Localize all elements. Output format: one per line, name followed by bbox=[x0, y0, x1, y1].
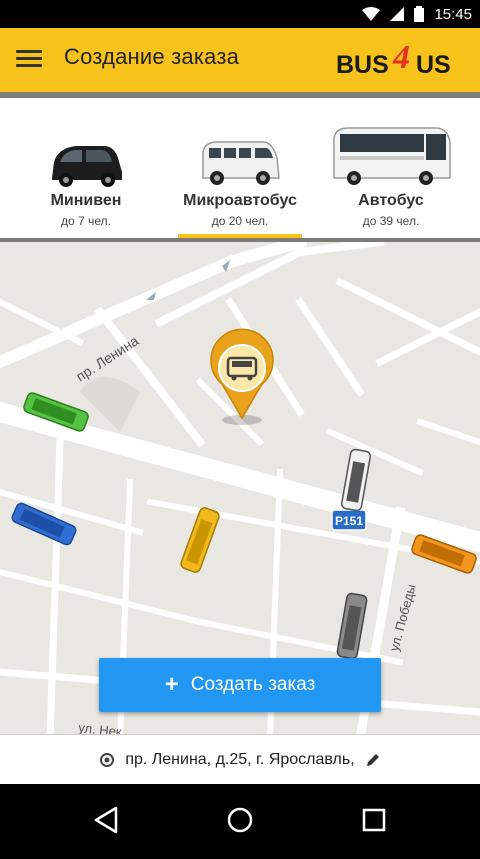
svg-text:Р151: Р151 bbox=[335, 514, 363, 528]
menu-icon[interactable] bbox=[16, 46, 46, 74]
bus4us-logo: BUS 4 US bbox=[336, 39, 468, 82]
bus-icon bbox=[333, 127, 451, 185]
app-bar: Создание заказа BUS 4 US bbox=[0, 28, 480, 92]
battery-icon bbox=[414, 6, 425, 22]
back-icon[interactable] bbox=[94, 806, 118, 834]
address-text: пр. Ленина, д.25, г. Ярославль, bbox=[125, 751, 355, 768]
microbus-icon bbox=[202, 141, 280, 185]
wifi-icon bbox=[362, 7, 381, 21]
street-label-pobedy: ул. Победы bbox=[386, 582, 418, 652]
vehicle-name-minivan: Минивен bbox=[50, 192, 122, 209]
pickup-pin-icon[interactable] bbox=[210, 328, 274, 425]
status-time: 15:45 bbox=[434, 5, 472, 23]
vehicle-tab-microbus[interactable]: Микроавтобус до 20 чел. bbox=[178, 98, 302, 238]
address-bar[interactable]: пр. Ленина, д.25, г. Ярославль, bbox=[0, 734, 480, 785]
recents-icon[interactable] bbox=[362, 808, 386, 832]
status-bar: 15:45 bbox=[0, 0, 480, 28]
home-icon[interactable] bbox=[227, 807, 253, 833]
bus-marker-yellow[interactable] bbox=[180, 507, 221, 574]
vehicle-capacity-minivan: до 7 чел. bbox=[61, 214, 111, 228]
vehicle-tab-bus[interactable]: Автобус до 39 чел. bbox=[330, 98, 452, 238]
minivan-icon bbox=[52, 146, 122, 187]
create-order-button[interactable]: + Создать заказ bbox=[99, 658, 381, 712]
location-icon bbox=[100, 753, 115, 767]
vehicle-capacity-bus: до 39 чел. bbox=[362, 214, 420, 228]
system-nav-bar bbox=[0, 784, 480, 854]
vehicle-name-bus: Автобус bbox=[358, 192, 424, 209]
svg-text:US: US bbox=[416, 51, 451, 79]
svg-text:BUS: BUS bbox=[336, 51, 389, 79]
vehicle-tab-minivan[interactable]: Минивен до 7 чел. bbox=[30, 98, 142, 238]
svg-text:4: 4 bbox=[392, 42, 410, 76]
edit-pencil-icon[interactable] bbox=[365, 752, 381, 768]
map-view[interactable]: пр. Ленина ул. Победы ул. Нек Р151 + Соз… bbox=[0, 238, 480, 734]
street-label-bottom: ул. Нек bbox=[78, 720, 123, 734]
vehicle-selector: Минивен до 7 чел. Микроавтобус до 20 чел… bbox=[0, 92, 480, 238]
road-sign-p151: Р151 bbox=[331, 509, 367, 531]
plus-icon: + bbox=[164, 671, 179, 698]
page-title: Создание заказа bbox=[64, 44, 240, 69]
vehicle-capacity-microbus: до 20 чел. bbox=[211, 214, 269, 228]
vehicle-name-microbus: Микроавтобус bbox=[183, 192, 297, 209]
bus-marker-gray[interactable] bbox=[336, 592, 368, 660]
create-order-label: Создать заказ bbox=[190, 674, 316, 695]
signal-icon bbox=[390, 7, 405, 21]
